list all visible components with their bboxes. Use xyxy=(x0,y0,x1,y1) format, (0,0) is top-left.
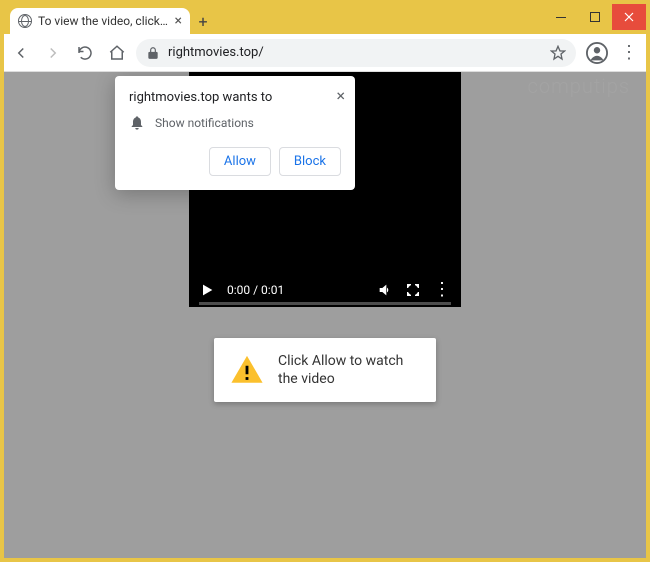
window-controls xyxy=(544,4,646,34)
tab-close-icon[interactable]: × xyxy=(175,13,182,29)
warning-icon xyxy=(230,353,264,387)
bell-icon xyxy=(129,115,145,131)
popup-close-icon[interactable]: × xyxy=(336,86,345,105)
browser-tab[interactable]: To view the video, click the Allow × xyxy=(10,8,190,34)
home-icon[interactable] xyxy=(108,44,126,62)
star-icon[interactable] xyxy=(550,45,566,61)
forward-icon[interactable] xyxy=(44,44,62,62)
maximize-button[interactable] xyxy=(578,4,612,30)
play-icon[interactable] xyxy=(199,282,215,298)
permission-request-text: Show notifications xyxy=(155,116,254,130)
video-controls: 0:00 / 0:01 ⋮ xyxy=(199,281,451,299)
page-viewport: computips 0:00 / 0:01 ⋮ Click Allow to w… xyxy=(4,72,646,558)
minimize-button[interactable] xyxy=(544,4,578,30)
window-close-button[interactable] xyxy=(612,4,646,30)
video-progress[interactable] xyxy=(199,302,451,305)
address-bar[interactable]: rightmovies.top/ xyxy=(136,39,576,67)
url-text: rightmovies.top/ xyxy=(168,45,542,60)
reload-icon[interactable] xyxy=(76,44,94,62)
tab-title: To view the video, click the Allow xyxy=(38,14,169,28)
notification-permission-popup: × rightmovies.top wants to Show notifica… xyxy=(115,76,355,190)
message-text: Click Allow to watch the video xyxy=(278,352,420,388)
titlebar: To view the video, click the Allow × + xyxy=(4,4,646,34)
toolbar: rightmovies.top/ ⋮ xyxy=(4,34,646,72)
menu-icon[interactable]: ⋮ xyxy=(620,42,638,63)
allow-button[interactable]: Allow xyxy=(209,147,271,176)
globe-icon xyxy=(18,14,32,28)
browser-window: To view the video, click the Allow × + r… xyxy=(4,4,646,558)
back-icon[interactable] xyxy=(12,44,30,62)
fullscreen-icon[interactable] xyxy=(405,282,421,298)
lock-icon xyxy=(146,46,160,60)
block-button[interactable]: Block xyxy=(279,147,341,176)
video-time: 0:00 / 0:01 xyxy=(227,283,284,297)
volume-icon[interactable] xyxy=(377,282,393,298)
new-tab-button[interactable]: + xyxy=(190,8,216,34)
watermark: computips xyxy=(528,74,631,98)
profile-icon[interactable] xyxy=(586,42,608,64)
message-card: Click Allow to watch the video xyxy=(214,338,436,402)
popup-header: rightmovies.top wants to xyxy=(129,90,341,105)
video-menu-icon[interactable]: ⋮ xyxy=(433,281,451,299)
